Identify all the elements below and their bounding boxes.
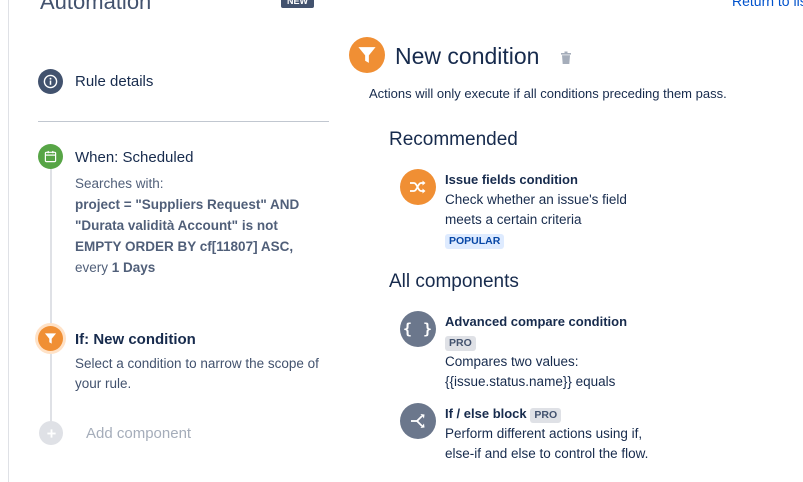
- condition-title: New condition: [395, 43, 540, 69]
- component-name: Advanced compare condition: [445, 314, 628, 329]
- component-description: Compares two values: {{issue.status.name…: [445, 354, 616, 389]
- page-title: Automation: [40, 0, 152, 14]
- recommended-heading: Recommended: [389, 129, 518, 150]
- searches-with-label: Searches with:: [75, 176, 164, 191]
- component-title-row: If / else block PRO: [445, 404, 660, 424]
- component-name: If / else block: [445, 406, 527, 421]
- pro-badge: PRO: [445, 336, 476, 351]
- calendar-icon[interactable]: [38, 144, 63, 169]
- trash-icon[interactable]: [560, 51, 572, 70]
- trigger-step-title[interactable]: When: Scheduled: [75, 149, 193, 166]
- new-badge: NEW: [281, 0, 314, 8]
- plus-icon[interactable]: [39, 421, 63, 445]
- rule-details-label: Rule details: [75, 73, 154, 90]
- component-description: Perform different actions using if, else…: [445, 426, 649, 461]
- return-to-list-link[interactable]: Return to lis: [732, 0, 803, 9]
- branch-icon[interactable]: [400, 403, 436, 439]
- condition-step-description: Select a condition to narrow the scope o…: [75, 356, 319, 391]
- all-components-heading: All components: [389, 271, 519, 292]
- filter-icon: [349, 37, 385, 73]
- timeline-line: [50, 160, 52, 432]
- condition-step-title[interactable]: If: New condition: [75, 331, 196, 348]
- condition-subtitle: Actions will only execute if all conditi…: [369, 86, 727, 101]
- popular-badge: POPULAR: [445, 234, 505, 249]
- component-card-issue-fields[interactable]: Issue fields condition Check whether an …: [445, 170, 660, 250]
- left-panel-border: [8, 0, 9, 482]
- jql-query: project = "Suppliers Request" AND "Durat…: [75, 197, 300, 254]
- shuffle-icon[interactable]: [400, 169, 436, 205]
- info-icon: [38, 69, 63, 94]
- schedule-interval: every 1 Days: [75, 260, 156, 275]
- filter-icon[interactable]: [38, 326, 63, 351]
- component-card-if-else[interactable]: If / else block PRO Perform different ac…: [445, 404, 660, 464]
- braces-icon[interactable]: { }: [400, 311, 436, 347]
- component-card-advanced-compare[interactable]: Advanced compare condition PRO Compares …: [445, 312, 660, 392]
- rule-details-item[interactable]: Rule details: [38, 69, 153, 94]
- trigger-step-description: Searches with: project = "Suppliers Requ…: [75, 173, 325, 278]
- add-component-button[interactable]: Add component: [86, 425, 191, 442]
- component-name: Issue fields condition: [445, 172, 578, 187]
- component-description: Check whether an issue's field meets a c…: [445, 192, 627, 227]
- sidebar-divider: [38, 121, 329, 122]
- pro-badge: PRO: [530, 408, 562, 423]
